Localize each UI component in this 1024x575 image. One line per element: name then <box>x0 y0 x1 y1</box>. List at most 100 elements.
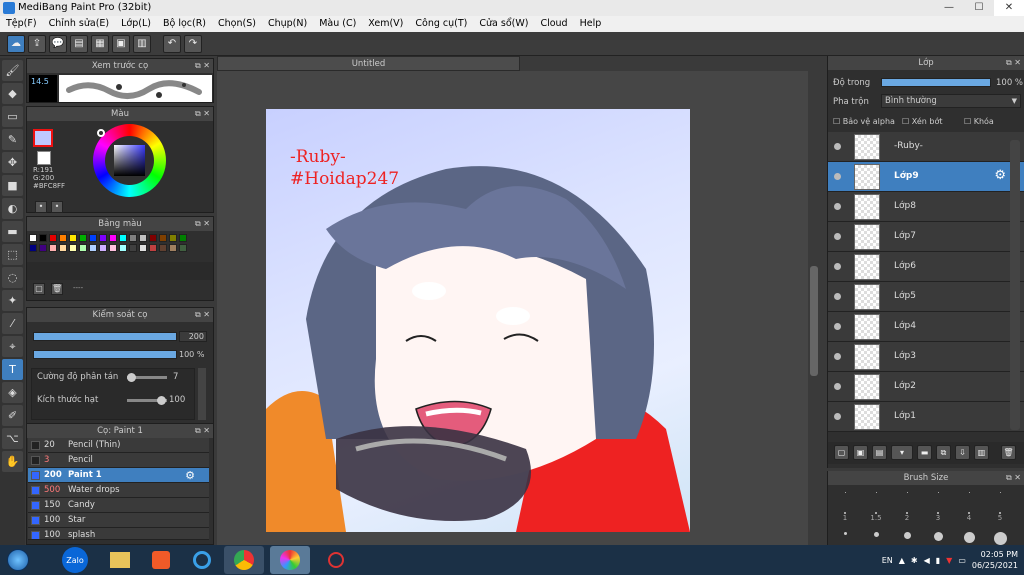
layer-row[interactable]: Lớp1 <box>828 402 1024 432</box>
export-icon[interactable]: ⇪ <box>28 34 46 53</box>
visibility-eye-icon[interactable] <box>834 353 841 360</box>
palette-swatch[interactable] <box>29 244 37 252</box>
page-icon[interactable]: ▦ <box>91 34 109 53</box>
brush-item[interactable]: 500 Water drops <box>28 483 209 498</box>
panel-menu-icon[interactable]: ⧉ ✕ <box>195 59 210 73</box>
lock-checkbox[interactable]: ☐ Khóa <box>964 117 994 126</box>
saturation-value-square[interactable] <box>114 145 145 176</box>
visibility-eye-icon[interactable] <box>834 203 841 210</box>
internet-explorer-icon[interactable] <box>189 546 215 574</box>
palette-swatch[interactable] <box>59 244 67 252</box>
layer-row[interactable]: Lớp6 <box>828 252 1024 282</box>
palette-swatch[interactable] <box>29 234 37 242</box>
brush-size-cell[interactable]: 2 <box>892 508 922 528</box>
layer-row[interactable]: -Ruby- <box>828 132 1024 162</box>
brush-item[interactable]: 150 Candy <box>28 498 209 513</box>
add-layer-menu-icon[interactable]: ▾ <box>891 445 913 460</box>
brush-item[interactable]: 100 splash <box>28 528 209 540</box>
visibility-eye-icon[interactable] <box>834 383 841 390</box>
brush-settings-gear-icon[interactable]: ⚙ <box>185 468 195 483</box>
chrome-app-icon[interactable] <box>224 546 264 574</box>
brush-size-cell[interactable] <box>954 488 984 508</box>
palette-swatch[interactable] <box>129 234 137 242</box>
text-tool-icon[interactable]: T <box>2 359 23 380</box>
brush-size-cell[interactable]: 1 <box>830 508 860 528</box>
layer-scrollbar[interactable] <box>1010 140 1020 430</box>
brush-size-cell[interactable] <box>923 488 953 508</box>
zalo-app-icon[interactable]: Zalo <box>62 547 88 573</box>
material-icon[interactable]: ▣ <box>112 34 130 53</box>
palette-swatch[interactable] <box>169 234 177 242</box>
brush-size-cell[interactable] <box>985 488 1015 508</box>
brush-item[interactable]: 100 Star <box>28 513 209 528</box>
grid-icon[interactable]: ▥ <box>133 34 151 53</box>
menu-tools[interactable]: Công cụ(T) <box>409 16 473 32</box>
hand-tool-icon[interactable]: ✋ <box>2 451 23 472</box>
palette-swatch[interactable] <box>159 244 167 252</box>
start-button[interactable] <box>0 545 36 575</box>
visibility-eye-icon[interactable] <box>834 263 841 270</box>
layer-row[interactable]: Lớp3 <box>828 342 1024 372</box>
palette-swatch[interactable] <box>49 244 57 252</box>
palette-swatch[interactable] <box>149 234 157 242</box>
alpha-protect-checkbox[interactable]: ☐ Bảo vệ alpha <box>833 117 895 126</box>
visibility-eye-icon[interactable] <box>834 233 841 240</box>
gradient-tool-icon[interactable]: ▬ <box>2 221 23 242</box>
tray-chevron-icon[interactable]: ▲ <box>899 556 905 565</box>
layer-row[interactable]: Lớp8 <box>828 192 1024 222</box>
reset-color-icon[interactable]: • <box>51 201 63 213</box>
new-halftone-layer-icon[interactable]: ▤ <box>872 445 887 460</box>
palette-swatch[interactable] <box>89 244 97 252</box>
brush-size-slider[interactable] <box>33 332 177 341</box>
redo-icon[interactable]: ↷ <box>184 34 202 53</box>
minimize-button[interactable]: — <box>934 0 964 16</box>
palette-swatch[interactable] <box>119 244 127 252</box>
panel-menu-icon[interactable]: ⧉ ✕ <box>195 217 210 231</box>
select-tool-icon[interactable]: ⬚ <box>2 244 23 265</box>
menu-color[interactable]: Màu (C) <box>313 16 362 32</box>
bluetooth-icon[interactable]: ✱ <box>911 556 918 565</box>
layer-opacity-slider[interactable] <box>881 78 991 87</box>
menu-filter[interactable]: Bộ lọc(R) <box>157 16 212 32</box>
palette-swatch[interactable] <box>69 244 77 252</box>
palette-swatch[interactable] <box>49 234 57 242</box>
menu-edit[interactable]: Chỉnh sửa(E) <box>43 16 116 32</box>
operation-tool-icon[interactable]: ◈ <box>2 382 23 403</box>
visibility-eye-icon[interactable] <box>834 413 841 420</box>
language-indicator[interactable]: EN <box>882 556 893 565</box>
new-layer-icon[interactable]: ▢ <box>834 445 849 460</box>
palette-swatch[interactable] <box>109 234 117 242</box>
brush-size-value[interactable]: 200 <box>179 331 207 342</box>
document-tab[interactable]: Untitled <box>217 56 520 71</box>
clock[interactable]: 02:05 PM 06/25/2021 <box>972 549 1018 571</box>
brush-opacity-slider[interactable] <box>33 350 177 359</box>
scatter-slider[interactable] <box>127 373 167 382</box>
document-icon[interactable]: ▤ <box>70 34 88 53</box>
brush-size-cell[interactable] <box>861 488 891 508</box>
menu-file[interactable]: Tệp(F) <box>0 16 43 32</box>
brush-item[interactable]: 3 Pencil <box>28 453 209 468</box>
select-pen-tool-icon[interactable]: ⁄ <box>2 313 23 334</box>
swap-color-icon[interactable]: • <box>35 201 47 213</box>
panel-menu-icon[interactable]: ⧉ ✕ <box>195 107 210 121</box>
hue-wheel[interactable] <box>93 124 166 197</box>
palette-swatch[interactable] <box>159 234 167 242</box>
menu-cloud[interactable]: Cloud <box>534 16 573 32</box>
control-scrollbar[interactable] <box>198 368 206 420</box>
layer-row[interactable]: Lớp2 <box>828 372 1024 402</box>
delete-layer-icon[interactable]: 🗑 <box>1001 445 1016 460</box>
background-color-swatch[interactable] <box>37 151 51 165</box>
palette-swatch[interactable] <box>59 234 67 242</box>
folder-icon[interactable]: ▬ <box>917 445 932 460</box>
layer-row[interactable]: Lớp4 <box>828 312 1024 342</box>
close-button[interactable]: ✕ <box>994 0 1024 16</box>
brush-item[interactable]: 20 Pencil (Thin) <box>28 438 209 453</box>
volume-icon[interactable]: ◀ <box>924 556 930 565</box>
pen-tool-icon[interactable]: ✎ <box>2 129 23 150</box>
layer-row[interactable]: Lớp7 <box>828 222 1024 252</box>
maximize-button[interactable]: ☐ <box>964 0 994 16</box>
duplicate-layer-icon[interactable]: ⧉ <box>936 445 951 460</box>
hue-marker[interactable] <box>97 129 105 137</box>
brush-tool-icon[interactable]: 🖌 <box>2 60 23 81</box>
menu-help[interactable]: Help <box>574 16 608 32</box>
